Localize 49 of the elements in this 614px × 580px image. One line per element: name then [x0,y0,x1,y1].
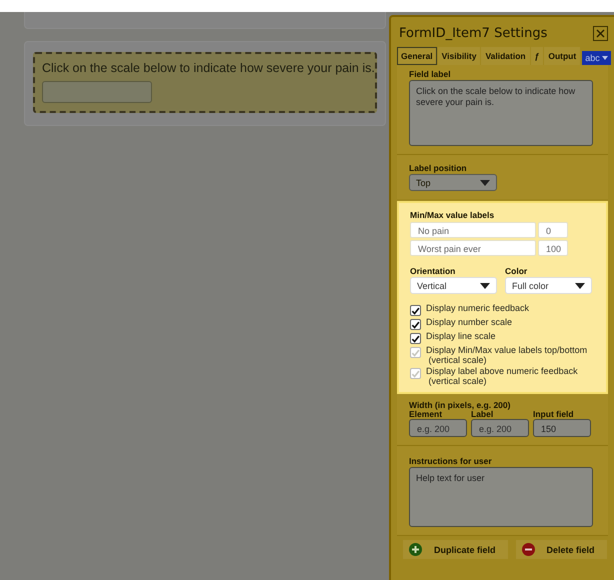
field-label: Orientation [410,266,456,276]
checkbox-label: Display line scale [426,332,496,342]
checkbox-label: Display numeric feedback [426,304,530,314]
field-label: Field label [409,69,452,79]
checkbox-label: Display label above numeric feedback (vertical scale) [426,367,578,386]
text-area[interactable]: Click on the scale below to indicate how severe your pain is. [409,80,593,146]
input-field[interactable]: e.g. 200 [471,419,529,437]
dropdown[interactable]: Full color [505,277,592,294]
checkbox-label: Display number scale [426,318,512,328]
input-field[interactable] [42,81,152,103]
close-icon[interactable] [593,26,608,41]
checkbox[interactable] [410,319,421,330]
dropdown[interactable]: Vertical [410,277,497,294]
input-field[interactable]: No pain [410,222,536,238]
dropdown[interactable]: Top [409,174,497,191]
panel-title: FormID_Item7 Settings [399,26,548,41]
input-field[interactable]: e.g. 200 [409,419,467,437]
settings-tab[interactable]: General [397,47,437,65]
checkbox[interactable] [410,333,421,344]
section-title: Min/Max value labels [410,210,496,220]
input-field[interactable]: 0 [538,222,568,238]
text-area[interactable]: Help text for user [409,467,593,527]
checkbox[interactable] [410,305,421,316]
settings-tab[interactable]: ƒ [530,47,544,65]
settings-tab[interactable]: Output [544,47,580,65]
field-label: Label position [409,163,468,173]
input-field[interactable]: Worst pain ever [410,240,536,256]
plus-icon [409,543,422,556]
field-label: Label [471,409,494,419]
caret-icon [480,180,490,186]
action-button[interactable]: Delete field [516,540,607,559]
field-label: Element [409,409,442,419]
language-dropdown[interactable]: abc [582,51,611,65]
action-button[interactable]: Duplicate field [403,540,508,559]
input-field[interactable]: 150 [533,419,591,437]
minus-icon [522,543,535,556]
section-title: Width (in pixels, e.g. 200) [409,401,512,409]
settings-tab[interactable]: Validation [481,47,530,65]
selected-question[interactable]: Click on the scale below to indicate how severe your pain is. [33,52,377,113]
question-text: Click on the scale below to indicate how severe your pain is. [42,61,375,76]
caret-icon [575,282,585,288]
caret-icon [602,56,608,60]
field-label: Instructions for user [409,456,493,466]
checkbox-label: Display Min/Max value labels top/bottom (vertical scale) [426,346,588,365]
input-field[interactable]: 100 [538,240,568,256]
field-label: Input field [533,409,575,419]
settings-tab[interactable]: Visibility [438,47,480,65]
field-label: Color [505,266,528,276]
caret-icon [480,282,490,288]
